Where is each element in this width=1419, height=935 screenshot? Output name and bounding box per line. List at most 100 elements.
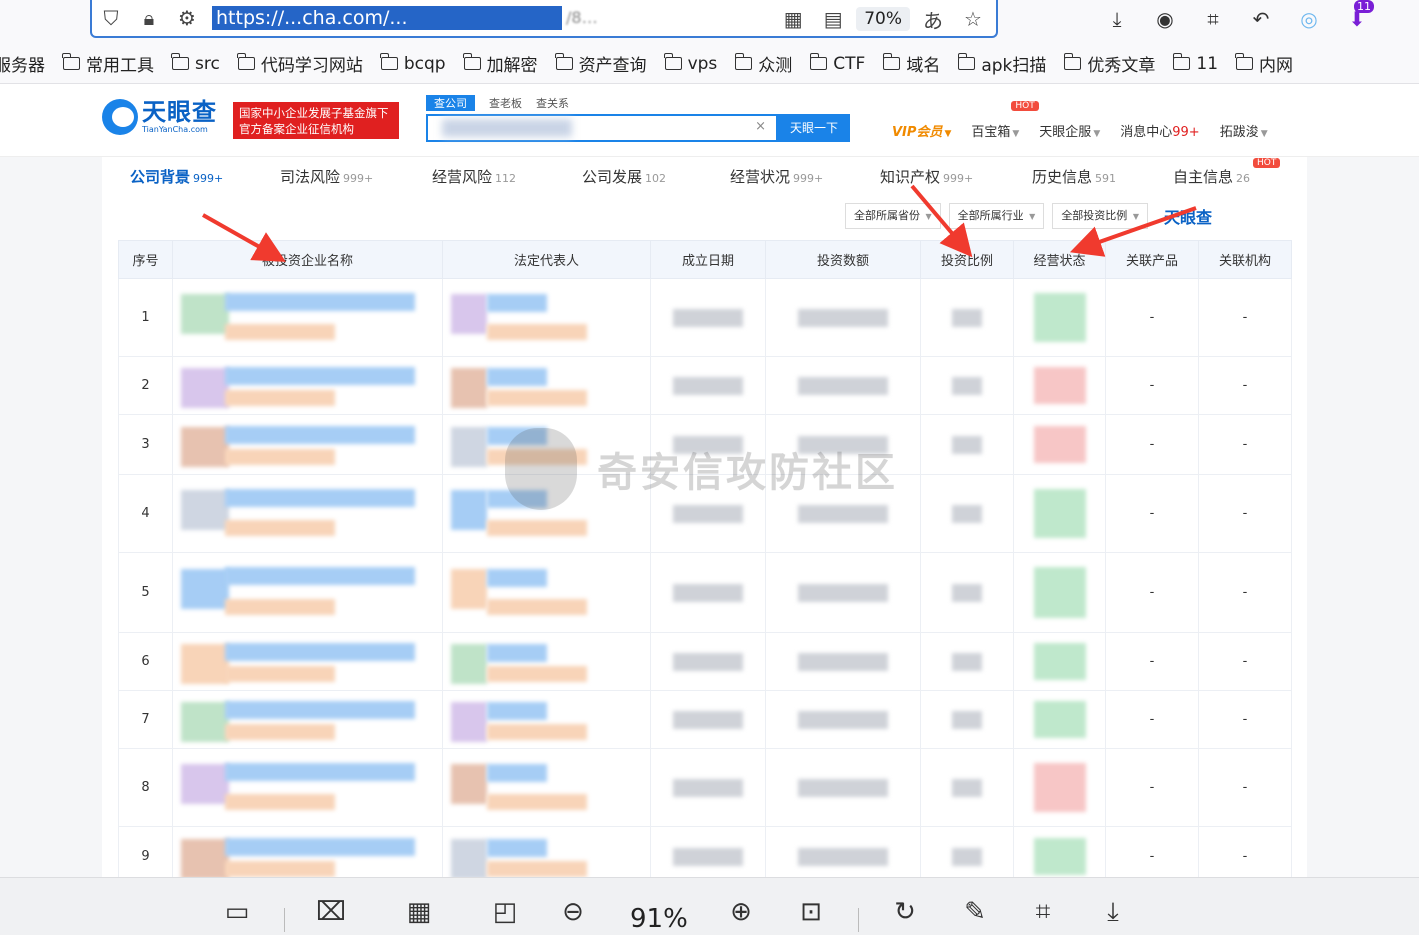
ocr-icon[interactable]: ▦ bbox=[400, 892, 438, 932]
qifu-menu[interactable]: 天眼企服 ▼ bbox=[1039, 121, 1100, 140]
ratio-filter[interactable]: 全部投资比例 ▼ bbox=[1052, 203, 1148, 229]
msg-count: 99+ bbox=[1172, 125, 1200, 140]
edit-icon[interactable]: ✎ bbox=[956, 892, 994, 932]
filter-label: 全部投资比例 bbox=[1061, 209, 1128, 222]
bookmark-item[interactable]: 域名 bbox=[882, 51, 940, 76]
globe-icon[interactable]: ◉ bbox=[1148, 4, 1182, 34]
bookmark-item[interactable]: CTF bbox=[809, 53, 865, 74]
folder-icon bbox=[957, 53, 976, 70]
browser-toolbar: ⛉ 🔒︎ ⚙︎ https://...cha.com/... /8… ▦ ▤ 7… bbox=[0, 0, 1419, 44]
permissions-icon[interactable]: ⚙︎ bbox=[168, 1, 206, 35]
search-input[interactable]: × bbox=[426, 114, 778, 142]
company-tab[interactable]: 公司发展 102 bbox=[582, 166, 730, 187]
save-download-icon[interactable]: ⤓ bbox=[1094, 892, 1132, 932]
company-name-cell[interactable] bbox=[172, 632, 443, 691]
rotate-icon[interactable]: ↻ bbox=[886, 892, 924, 932]
tab-label: 公司发展 bbox=[582, 168, 643, 186]
legal-rep-cell[interactable] bbox=[442, 278, 651, 357]
industry-filter[interactable]: 全部所属行业 ▼ bbox=[948, 203, 1045, 229]
company-name-cell[interactable] bbox=[172, 748, 443, 827]
actual-size-icon[interactable]: ⊡ bbox=[792, 892, 830, 932]
bookmark-item[interactable]: 众测 bbox=[734, 51, 792, 76]
message-center[interactable]: 消息中心99+ bbox=[1120, 121, 1199, 140]
vip-menu[interactable]: VIP会员 ▼ bbox=[892, 121, 951, 140]
viewer-zoom-level: 91% bbox=[630, 904, 688, 934]
scan-text-icon[interactable]: ⌧ bbox=[312, 892, 350, 932]
company-tab[interactable]: 自主信息 26 HOT bbox=[1173, 158, 1293, 187]
province-filter[interactable]: 全部所属省份 ▼ bbox=[845, 203, 941, 229]
company-name-cell[interactable] bbox=[172, 356, 443, 415]
legal-rep-cell[interactable] bbox=[442, 552, 651, 633]
legal-rep-cell[interactable] bbox=[442, 474, 651, 553]
zoom-out-icon[interactable]: ⊖ bbox=[554, 892, 592, 932]
baibao-menu[interactable]: 百宝箱 ▼ HOT bbox=[971, 101, 1039, 140]
crop-tool-icon[interactable]: ⌗ bbox=[1024, 892, 1062, 932]
bookmark-item[interactable]: 资产查询 bbox=[554, 51, 647, 76]
company-tab[interactable]: 历史信息 591 bbox=[1032, 166, 1173, 187]
lock-icon[interactable]: 🔒︎ bbox=[130, 1, 168, 35]
legal-rep-cell[interactable] bbox=[442, 632, 651, 691]
bookmark-item[interactable]: 代码学习网站 bbox=[237, 51, 363, 76]
tag-line-1: 国家中小企业发展子基金旗下 bbox=[239, 106, 389, 120]
company-name-cell[interactable] bbox=[172, 414, 443, 475]
company-name-cell[interactable] bbox=[172, 278, 443, 357]
company-name-cell[interactable] bbox=[172, 474, 443, 553]
qr-code-icon[interactable]: ▦ bbox=[776, 2, 810, 36]
ring-icon[interactable]: ◎ bbox=[1292, 4, 1326, 34]
chevron-down-icon: ▼ bbox=[1260, 129, 1268, 139]
url-bar[interactable]: ⛉ 🔒︎ ⚙︎ https://...cha.com/... /8… ▦ ▤ 7… bbox=[90, 0, 998, 38]
translate-icon[interactable]: あ bbox=[916, 2, 950, 36]
legal-rep-cell[interactable] bbox=[442, 748, 651, 827]
bookmark-item[interactable]: 优秀文章 bbox=[1063, 51, 1155, 76]
qifu-label: 天眼企服 bbox=[1039, 125, 1092, 140]
invest-amount-cell bbox=[765, 414, 921, 475]
company-tab[interactable]: 知识产权 999+ bbox=[880, 166, 1032, 187]
bookmark-item[interactable]: 内网 bbox=[1235, 51, 1293, 76]
star-icon[interactable]: ☆ bbox=[956, 2, 990, 36]
user-menu[interactable]: 拓跋浚 ▼ bbox=[1220, 121, 1268, 140]
search-tab-boss[interactable]: 查老板 bbox=[489, 95, 522, 111]
image-viewer-toolbar: ▭ ⌧ ▦ ◰ ⊖ 91% ⊕ ⊡ ↻ ✎ ⌗ ⤓ bbox=[0, 877, 1419, 935]
company-tab[interactable]: 经营风险 112 bbox=[432, 166, 582, 187]
company-tag-redacted bbox=[225, 861, 335, 878]
bookmark-item[interactable]: 常用工具 bbox=[62, 51, 154, 76]
company-name-cell[interactable] bbox=[172, 690, 443, 749]
legal-rep-cell[interactable] bbox=[442, 414, 651, 475]
company-tab[interactable]: 经营状况 999+ bbox=[730, 166, 880, 187]
legal-rep-cell[interactable] bbox=[442, 690, 651, 749]
extension-icon[interactable]: ⬇ 11 bbox=[1340, 0, 1374, 34]
company-name-cell[interactable] bbox=[172, 552, 443, 633]
bookmark-item[interactable]: 服务器 bbox=[0, 51, 45, 76]
legal-rep-cell[interactable] bbox=[442, 356, 651, 415]
zoom-in-icon[interactable]: ⊕ bbox=[722, 892, 760, 932]
bookmark-item[interactable]: 11 bbox=[1172, 53, 1218, 74]
thumbnail-icon[interactable]: ▭ bbox=[218, 892, 256, 932]
reader-mode-icon[interactable]: ▤ bbox=[816, 2, 850, 36]
undo-icon[interactable]: ↶ bbox=[1244, 4, 1278, 34]
shield-icon[interactable]: ⛉ bbox=[92, 1, 130, 35]
download-icon[interactable]: ⤓ bbox=[1100, 4, 1134, 34]
clear-icon[interactable]: × bbox=[755, 119, 766, 134]
folder-icon bbox=[237, 53, 255, 70]
company-name-redacted bbox=[225, 701, 415, 720]
search-tab-company[interactable]: 查公司 bbox=[426, 95, 475, 111]
zoom-level[interactable]: 70% bbox=[856, 7, 910, 31]
tag-line-2: 官方备案企业征信机构 bbox=[239, 122, 354, 136]
company-tab[interactable]: 公司背景 999+ bbox=[130, 166, 280, 187]
bookmark-item[interactable]: vps bbox=[663, 53, 717, 74]
site-logo[interactable]: 天眼查 TianYanCha.com bbox=[102, 99, 217, 135]
fit-screen-icon[interactable]: ◰ bbox=[486, 892, 524, 932]
bookmark-item[interactable]: 加解密 bbox=[462, 51, 538, 76]
search-button[interactable]: 天眼一下 bbox=[778, 114, 850, 142]
eye-logo-icon bbox=[102, 99, 138, 135]
company-tab[interactable]: 司法风险 999+ bbox=[280, 166, 432, 187]
folder-icon bbox=[663, 53, 682, 70]
crop-icon[interactable]: ⌗ bbox=[1196, 4, 1230, 34]
bookmark-item[interactable]: src bbox=[171, 53, 220, 74]
rep-name-redacted bbox=[487, 838, 547, 857]
url-text[interactable]: https://...cha.com/... bbox=[212, 6, 562, 30]
bookmark-item[interactable]: bcqp bbox=[380, 53, 446, 74]
hot-badge: HOT bbox=[1011, 101, 1039, 111]
bookmark-item[interactable]: apk扫描 bbox=[957, 51, 1046, 76]
search-tab-relation[interactable]: 查关系 bbox=[536, 95, 569, 111]
